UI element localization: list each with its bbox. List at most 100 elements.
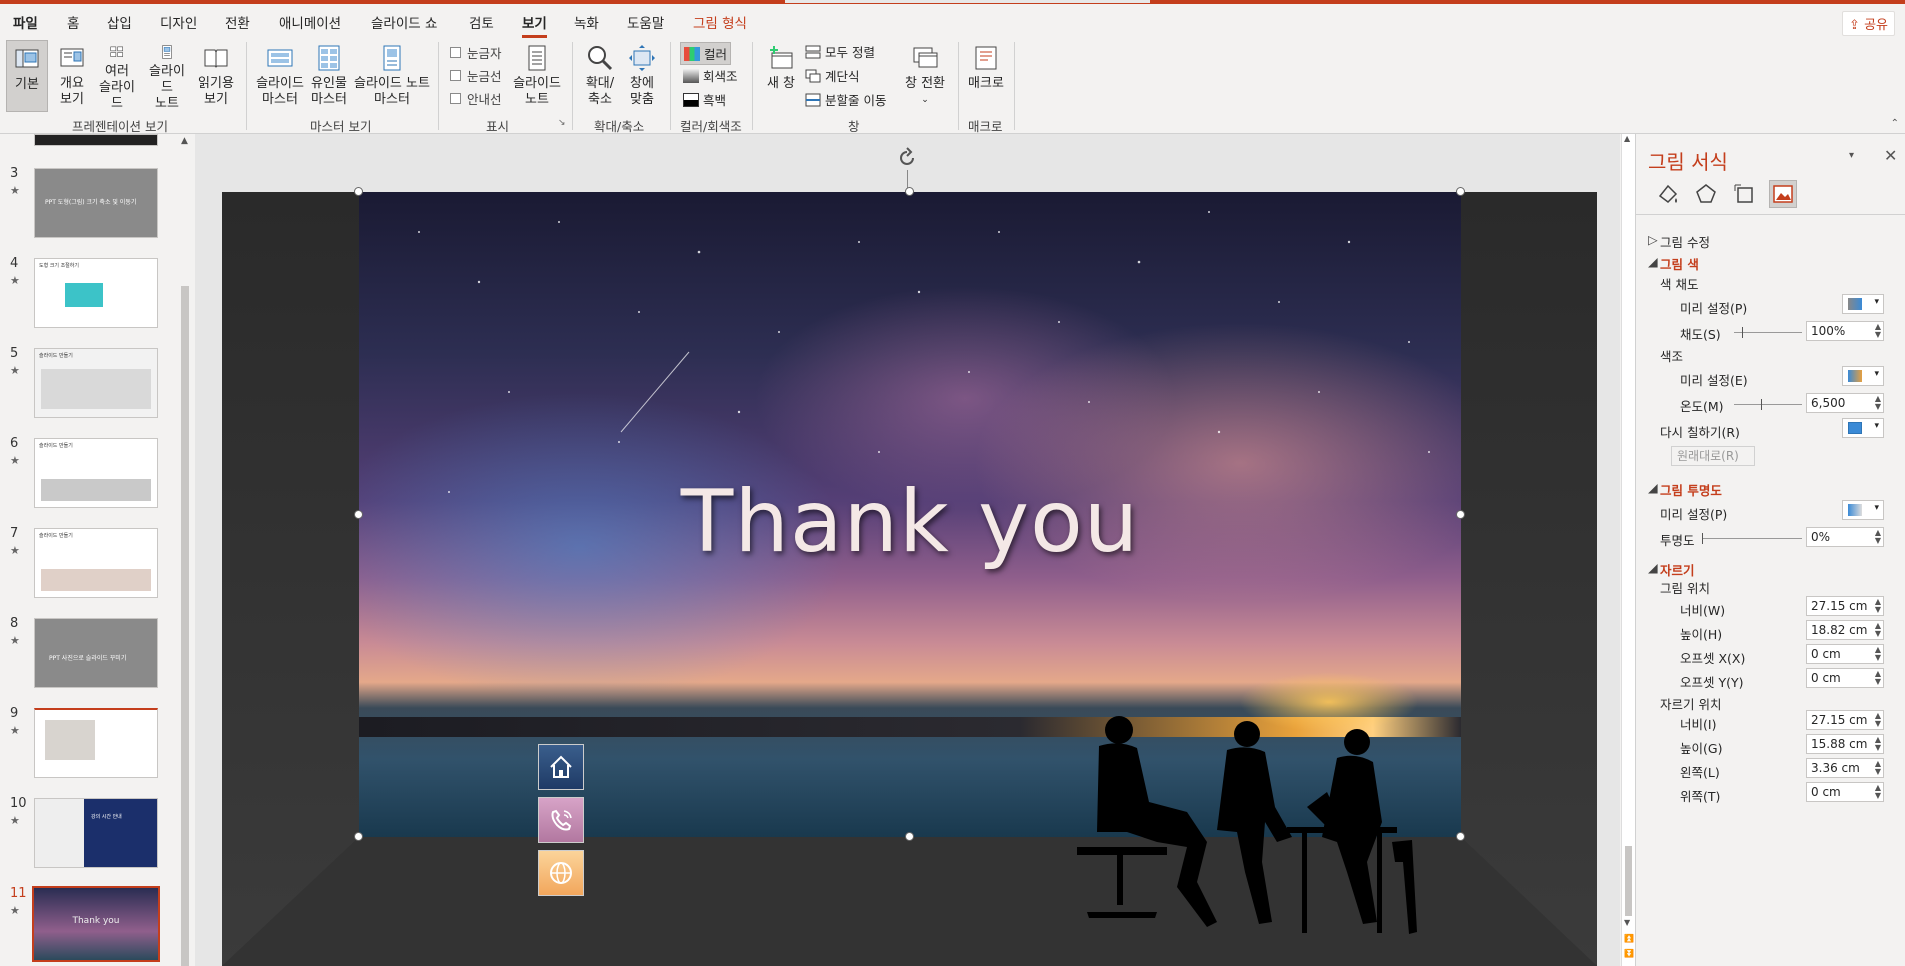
slide[interactable]: Thank you — [222, 187, 1597, 966]
tab-transitions[interactable]: 전환 — [225, 12, 250, 32]
resize-handle[interactable] — [1456, 510, 1465, 519]
left-field[interactable]: 3.36 cm ▲ ▼ — [1806, 758, 1884, 778]
slide-thumbnail-7[interactable]: 슬라이드 만들기 — [34, 528, 158, 598]
tab-slideshow[interactable]: 슬라이드 쇼 — [371, 12, 437, 32]
spinner-icon[interactable]: ▲ ▼ — [1875, 622, 1881, 638]
move-split-button[interactable]: 분할줄 이동 — [805, 90, 886, 109]
spinner-icon[interactable]: ▲ ▼ — [1875, 784, 1881, 800]
picture-color-section[interactable]: 그림 색 — [1660, 254, 1699, 273]
slide-master-button[interactable]: 슬라이드 마스터 — [253, 40, 307, 112]
offset-x-field[interactable]: 0 cm ▲ ▼ — [1806, 644, 1884, 664]
spinner-icon[interactable]: ▲ ▼ — [1875, 598, 1881, 614]
notes-master-button[interactable]: 슬라이드 노트 마스터 — [352, 40, 432, 112]
slide-thumbnail-10[interactable]: 강의 시간 안내 — [34, 798, 158, 868]
scroll-thumb[interactable] — [1625, 846, 1632, 916]
height-g-field[interactable]: 15.88 cm ▲ ▼ — [1806, 734, 1884, 754]
close-icon[interactable]: ✕ — [1884, 146, 1897, 165]
guides-checkbox[interactable]: 안내선 — [450, 89, 502, 108]
grayscale-button[interactable]: 회색조 — [683, 66, 738, 85]
tab-home[interactable]: 홈 — [67, 12, 79, 32]
resize-handle[interactable] — [354, 187, 363, 196]
resize-handle[interactable] — [905, 187, 914, 196]
tab-file[interactable]: 파일 — [13, 12, 38, 32]
slide-title[interactable]: Thank you — [359, 472, 1461, 572]
spinner-icon[interactable]: ▲ ▼ — [1875, 712, 1881, 728]
tone-presets-dropdown[interactable]: ▾ — [1842, 366, 1884, 386]
transparency-slider[interactable] — [1702, 533, 1802, 544]
collapse-icon[interactable]: ◢ — [1648, 560, 1658, 575]
resize-handle[interactable] — [354, 510, 363, 519]
saturation-presets-dropdown[interactable]: ▾ — [1842, 294, 1884, 314]
tab-review[interactable]: 검토 — [469, 12, 494, 32]
fit-window-button[interactable]: 창에 맞춤 — [622, 40, 662, 112]
slide-thumbnail-11[interactable]: Thank you — [32, 886, 160, 962]
width-w-field[interactable]: 27.15 cm ▲ ▼ — [1806, 596, 1884, 616]
spinner-icon[interactable]: ▲ ▼ — [1875, 736, 1881, 752]
slide-thumbnail-3[interactable]: PPT 도형(그림) 크기 축소 및 이동기 — [34, 168, 158, 238]
transparency-section[interactable]: 그림 투명도 — [1660, 480, 1722, 499]
switch-windows-button[interactable]: 창 전환 ⌄ — [900, 40, 950, 112]
ruler-checkbox[interactable]: 눈금자 — [450, 43, 502, 62]
web-icon-button[interactable] — [538, 850, 584, 896]
rotate-handle-icon[interactable] — [895, 146, 919, 170]
notes-button[interactable]: 슬라이드 노트 — [510, 40, 564, 112]
prev-slide-icon[interactable]: ⏫ — [1624, 934, 1634, 943]
thumbnail-scrollbar[interactable]: ▲ — [178, 136, 194, 966]
notes-page-button[interactable]: 슬라이드 노트 — [144, 40, 190, 112]
transparency-field[interactable]: 0% ▲ ▼ — [1806, 527, 1884, 547]
temperature-field[interactable]: 6,500 ▲ ▼ — [1806, 393, 1884, 413]
next-slide-icon[interactable]: ⏬ — [1624, 949, 1634, 958]
spinner-icon[interactable]: ▲ ▼ — [1875, 670, 1881, 686]
crop-section[interactable]: 자르기 — [1660, 560, 1695, 579]
offset-y-field[interactable]: 0 cm ▲ ▼ — [1806, 668, 1884, 688]
resize-handle[interactable] — [1456, 187, 1465, 196]
guides-check-box[interactable] — [450, 93, 461, 104]
slide-sorter-button[interactable]: 여러 슬라이드 — [94, 40, 140, 112]
collapse-icon[interactable]: ◢ — [1648, 480, 1658, 495]
handout-master-button[interactable]: 유인물 마스터 — [308, 40, 350, 112]
gridlines-check-box[interactable] — [450, 70, 461, 81]
phone-icon-button[interactable] — [538, 797, 584, 843]
scroll-up-icon[interactable]: ▲ — [1624, 134, 1630, 143]
tab-animations[interactable]: 애니메이션 — [279, 12, 341, 32]
resize-handle[interactable] — [905, 832, 914, 841]
reading-view-button[interactable]: 읽기용 보기 — [194, 40, 238, 112]
zoom-button[interactable]: 확대/ 축소 — [580, 40, 620, 112]
new-window-button[interactable]: 새 창 — [760, 40, 802, 112]
pane-options-icon[interactable]: ▾ — [1849, 150, 1854, 161]
slide-thumbnail-9[interactable] — [34, 708, 158, 778]
resize-handle[interactable] — [354, 832, 363, 841]
tab-design[interactable]: 디자인 — [160, 12, 197, 32]
spinner-icon[interactable]: ▲ ▼ — [1875, 395, 1881, 411]
top-field[interactable]: 0 cm ▲ ▼ — [1806, 782, 1884, 802]
slide-thumbnail-8[interactable]: PPT 사진으로 슬라이드 꾸미기 — [34, 618, 158, 688]
spinner-icon[interactable]: ▲ ▼ — [1875, 760, 1881, 776]
outline-view-button[interactable]: 개요 보기 — [52, 40, 92, 112]
saturation-slider[interactable] — [1734, 327, 1802, 338]
dialog-launcher-icon[interactable]: ↘ — [558, 118, 566, 128]
width-i-field[interactable]: 27.15 cm ▲ ▼ — [1806, 710, 1884, 730]
recolor-dropdown[interactable]: ▾ — [1842, 418, 1884, 438]
scroll-down-icon[interactable]: ▼ — [1624, 918, 1630, 927]
ruler-check-box[interactable] — [450, 47, 461, 58]
transparency-presets-dropdown[interactable]: ▾ — [1842, 500, 1884, 520]
tab-insert[interactable]: 삽입 — [107, 12, 132, 32]
cascade-button[interactable]: 계단식 — [805, 66, 860, 85]
size-properties-icon[interactable] — [1732, 182, 1756, 206]
slide-thumbnail-4[interactable]: 도형 크기 조절하기 — [34, 258, 158, 328]
arrange-all-button[interactable]: 모두 정렬 — [805, 42, 875, 61]
color-button[interactable]: 컬러 — [680, 42, 732, 65]
reset-button[interactable]: 원래대로(R) — [1671, 446, 1755, 466]
black-white-button[interactable]: 흑백 — [683, 90, 726, 109]
spinner-icon[interactable]: ▲ ▼ — [1875, 323, 1881, 339]
expand-icon[interactable]: ▷ — [1648, 232, 1658, 247]
normal-view-button[interactable]: 기본 — [6, 40, 48, 112]
fill-line-icon[interactable] — [1656, 182, 1680, 206]
spinner-icon[interactable]: ▲ ▼ — [1875, 529, 1881, 545]
collapse-icon[interactable]: ◢ — [1648, 254, 1658, 269]
tab-help[interactable]: 도움말 — [627, 12, 664, 32]
scroll-thumb[interactable] — [181, 286, 189, 966]
effects-icon[interactable] — [1694, 182, 1718, 206]
slide-thumbnail-6[interactable]: 슬라이드 만들기 — [34, 438, 158, 508]
home-icon-button[interactable] — [538, 744, 584, 790]
